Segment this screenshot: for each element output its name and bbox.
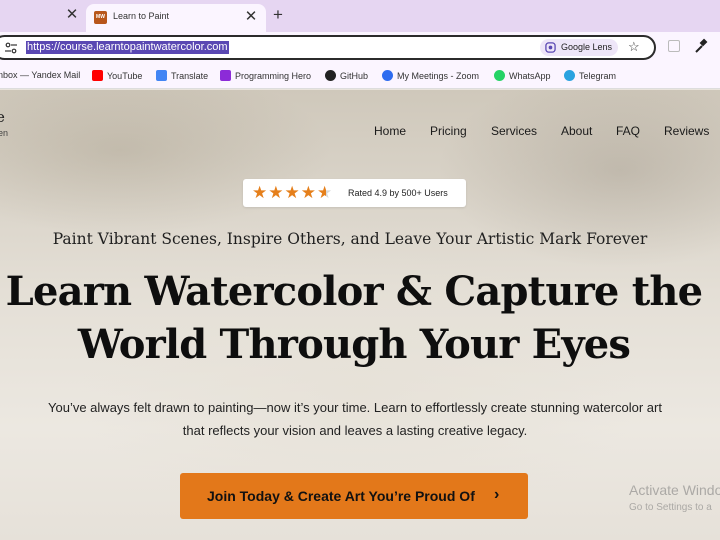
- bookmark-programming-hero[interactable]: Programming Hero: [220, 70, 311, 82]
- site-favicon-icon: MW: [94, 11, 107, 24]
- bookmark-label: Translate: [171, 71, 209, 81]
- nav-services[interactable]: Services: [491, 124, 537, 138]
- address-bar[interactable]: https://course.learntopaintwatercolor.co…: [0, 35, 656, 60]
- translate-icon: [156, 70, 167, 81]
- extension-icon[interactable]: [668, 40, 680, 52]
- bookmark-yandex-mail[interactable]: nbox — Yandex Mail: [0, 70, 80, 82]
- hero-headline-line2: World Through Your Eyes: [77, 321, 631, 368]
- nav-home[interactable]: Home: [374, 124, 406, 138]
- hero-tagline: Paint Vibrant Scenes, Inspire Others, an…: [52, 230, 648, 248]
- github-icon: [325, 70, 336, 81]
- site-settings-icon[interactable]: [4, 41, 18, 55]
- eyedropper-icon[interactable]: [694, 38, 708, 54]
- bookmark-label: My Meetings - Zoom: [397, 71, 480, 81]
- activate-windows-subtext: Go to Settings to a: [629, 502, 712, 513]
- bookmark-zoom[interactable]: My Meetings - Zoom: [382, 70, 479, 82]
- bookmark-label: YouTube: [107, 71, 143, 81]
- hero-headline: Learn Watercolor & Capture the World Thr…: [0, 265, 708, 371]
- tab-title: Learn to Paint: [113, 11, 170, 21]
- bookmark-translate[interactable]: Translate: [156, 70, 208, 82]
- close-icon[interactable]: ✕: [242, 8, 260, 26]
- google-lens-button[interactable]: Google Lens: [540, 39, 618, 56]
- tab-strip: ✕ MW Learn to Paint ✕ +: [0, 0, 720, 32]
- bookmark-star-icon[interactable]: ☆: [628, 40, 640, 54]
- site-logo[interactable]: e: [0, 108, 5, 126]
- bookmark-label: Programming Hero: [235, 71, 312, 81]
- bookmark-label: Telegram: [579, 71, 617, 81]
- bookmark-github[interactable]: GitHub: [325, 70, 368, 82]
- close-icon[interactable]: ✕: [63, 6, 81, 24]
- join-today-label: Join Today & Create Art You’re Proud Of: [207, 488, 475, 504]
- bookmarks-bar: nbox — Yandex Mail YouTube Translate Pro…: [0, 62, 720, 89]
- toolbar: https://course.learntopaintwatercolor.co…: [0, 32, 720, 62]
- nav-about[interactable]: About: [561, 124, 592, 138]
- tab-learn-to-paint[interactable]: MW Learn to Paint ✕: [86, 4, 266, 32]
- bookmark-label: WhatsApp: [509, 71, 551, 81]
- zoom-icon: [382, 70, 393, 81]
- google-lens-label: Google Lens: [561, 42, 613, 52]
- programming-hero-icon: [220, 70, 231, 81]
- landing-page: e en Home Pricing Services About FAQ Rev…: [0, 90, 720, 540]
- nav-pricing[interactable]: Pricing: [430, 124, 467, 138]
- chevron-right-icon: ›: [494, 486, 500, 503]
- hero-description-line1: You’ve always felt drawn to painting—now…: [48, 400, 662, 415]
- youtube-icon: [92, 70, 103, 81]
- telegram-icon: [564, 70, 575, 81]
- activate-windows-watermark: Activate Windo: [629, 482, 720, 498]
- nav-faq[interactable]: FAQ: [616, 124, 640, 138]
- hero-description-line2: that reflects your vision and leaves a l…: [182, 423, 528, 438]
- rating-stars-icon: ★★★★★: [252, 183, 334, 202]
- google-lens-icon: [545, 42, 556, 53]
- url-text[interactable]: https://course.learntopaintwatercolor.co…: [26, 41, 229, 54]
- site-logo-sub: en: [0, 128, 9, 138]
- bookmark-label: nbox — Yandex Mail: [0, 70, 81, 80]
- whatsapp-icon: [494, 70, 505, 81]
- bookmark-whatsapp[interactable]: WhatsApp: [494, 70, 551, 82]
- rating-text: Rated 4.9 by 500+ Users: [348, 188, 448, 198]
- rating-badge: ★★★★★ Rated 4.9 by 500+ Users: [243, 179, 466, 207]
- hero-description: You’ve always felt drawn to painting—now…: [20, 396, 690, 442]
- bookmark-label: GitHub: [340, 71, 369, 81]
- hero-headline-line1: Learn Watercolor & Capture the: [5, 268, 703, 315]
- nav-reviews[interactable]: Reviews: [664, 124, 709, 138]
- join-today-button[interactable]: Join Today & Create Art You’re Proud Of …: [180, 473, 528, 519]
- bookmark-youtube[interactable]: YouTube: [92, 70, 142, 82]
- bookmark-telegram[interactable]: Telegram: [564, 70, 616, 82]
- new-tab-icon[interactable]: +: [268, 5, 288, 25]
